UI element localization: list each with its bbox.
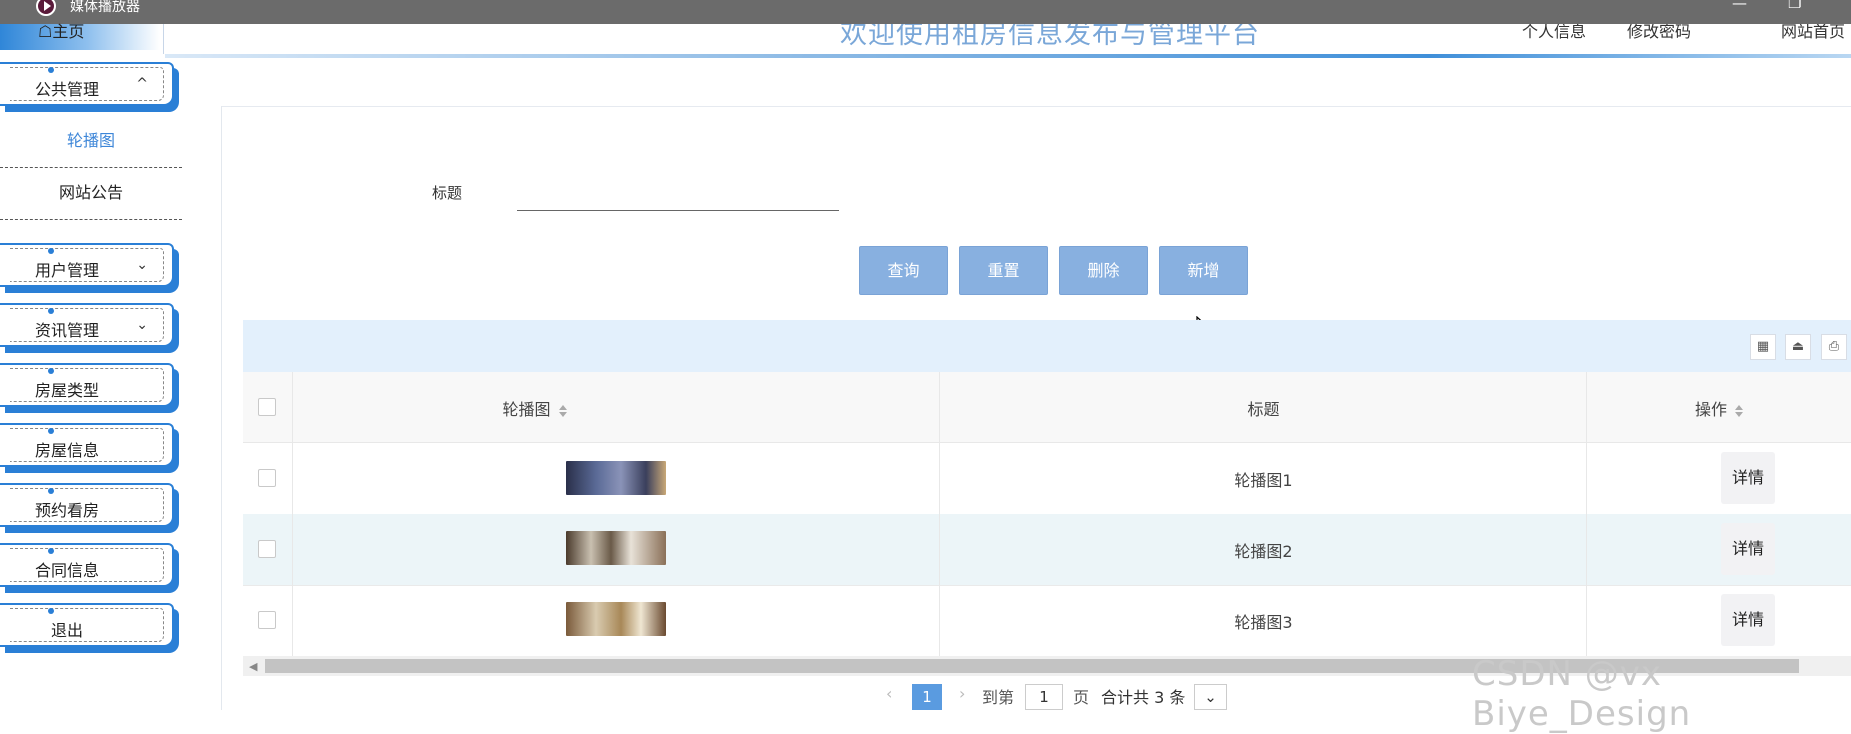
button-dot (48, 488, 54, 494)
page-unit-label: 页 (1073, 688, 1090, 707)
sidebar-group-label: 房屋信息 (34, 441, 99, 460)
delete-button[interactable]: 删除 (1059, 246, 1148, 295)
column-header-carousel[interactable]: 轮播图 (286, 396, 783, 420)
select-all-checkbox[interactable] (258, 398, 276, 416)
window-title-bar: 媒体播放器 — ❐ (0, 0, 1851, 24)
row-checkbox[interactable] (258, 540, 276, 558)
column-header-label: 操作 (1694, 400, 1727, 419)
button-dot (48, 308, 54, 314)
column-divider (292, 372, 293, 656)
detail-button[interactable]: 详情 (1721, 594, 1775, 646)
home-link[interactable]: ☖主页 (38, 18, 84, 42)
export-icon[interactable]: ⏏ (1785, 334, 1811, 360)
row-checkbox[interactable] (258, 611, 276, 629)
column-header-title: 标题 (1247, 400, 1280, 419)
sort-icon[interactable] (558, 404, 567, 417)
sidebar-group-label: 资讯管理 (34, 321, 99, 340)
goto-label: 到第 (982, 688, 1015, 707)
sidebar-item-viewing[interactable]: 预约看房 (0, 483, 174, 527)
sidebar-group-label: 用户管理 (34, 261, 99, 280)
button-dot (48, 608, 54, 614)
sidebar-group-label: 预约看房 (34, 501, 99, 520)
column-header-action[interactable]: 操作 (1587, 396, 1851, 420)
column-divider (939, 372, 940, 656)
row-checkbox[interactable] (258, 469, 276, 487)
reset-button[interactable]: 重置 (959, 246, 1048, 295)
button-dot (48, 428, 54, 434)
chevron-up-icon: ^ (136, 76, 148, 92)
title-search-label: 标题 (432, 184, 463, 202)
table-row: 轮播图2 (243, 514, 1851, 586)
detail-button[interactable]: 详情 (1721, 452, 1775, 504)
detail-button[interactable]: 详情 (1721, 523, 1775, 575)
add-button[interactable]: 新增 (1159, 246, 1248, 295)
button-dot (48, 67, 54, 73)
columns-icon[interactable]: ▦ (1750, 334, 1776, 360)
prev-page-icon[interactable]: ‹ (886, 684, 892, 703)
sidebar-item-notice[interactable]: 网站公告 (0, 167, 182, 220)
sidebar-divider (221, 106, 222, 710)
sidebar-group-users[interactable]: 用户管理 ⌄ (0, 243, 174, 287)
carousel-thumbnail[interactable] (566, 531, 666, 565)
restore-button[interactable]: ❐ (1788, 0, 1801, 12)
sidebar-group-label: 房屋类型 (34, 381, 99, 400)
sidebar-group-label: 合同信息 (34, 561, 99, 580)
sidebar-item-logout[interactable]: 退出 (0, 603, 174, 647)
column-header-label: 轮播图 (502, 400, 551, 419)
chevron-down-icon: ⌄ (136, 317, 148, 333)
carousel-thumbnail[interactable] (566, 461, 666, 495)
page-number-current[interactable]: 1 (912, 684, 942, 710)
chevron-down-icon: ⌄ (136, 257, 148, 273)
page-size-dropdown[interactable]: ⌄ (1194, 684, 1227, 710)
button-dot (48, 248, 54, 254)
goto-page-input[interactable]: 1 (1025, 684, 1063, 710)
sidebar-group-news[interactable]: 资讯管理 ⌄ (0, 303, 174, 347)
table-header: 轮播图 标题 操作 (243, 372, 1851, 443)
minimize-button[interactable]: — (1732, 0, 1747, 12)
scroll-left-icon[interactable]: ◀ (249, 660, 257, 673)
sidebar-group-label: 公共管理 (34, 80, 99, 99)
watermark: CSDN @vx Biye_Design (1472, 654, 1692, 734)
row-title: 轮播图1 (1234, 471, 1293, 490)
print-icon[interactable]: ⎙ (1821, 334, 1847, 360)
sidebar-group-label: 退出 (50, 621, 83, 640)
column-divider (1586, 372, 1587, 656)
row-title: 轮播图2 (1234, 542, 1293, 561)
table-toolbar (243, 320, 1851, 372)
sort-icon[interactable] (1735, 404, 1743, 417)
carousel-thumbnail[interactable] (566, 602, 666, 636)
button-dot (48, 548, 54, 554)
sidebar-item-house-type[interactable]: 房屋类型 (0, 363, 174, 407)
sidebar-group-public[interactable]: 公共管理 ^ (0, 62, 174, 106)
window-title: 媒体播放器 (70, 0, 140, 15)
button-dot (48, 368, 54, 374)
panel-top-border (222, 106, 1851, 107)
query-button[interactable]: 查询 (859, 246, 948, 295)
next-page-icon[interactable]: › (959, 684, 965, 703)
header-accent-line (165, 54, 1851, 58)
sidebar-item-carousel[interactable]: 轮播图 (0, 115, 182, 168)
sidebar-item-house-info[interactable]: 房屋信息 (0, 423, 174, 467)
media-player-icon (36, 0, 56, 16)
sidebar-item-contract[interactable]: 合同信息 (0, 543, 174, 587)
chevron-down-icon: ⌄ (1204, 688, 1217, 706)
header-divider (163, 24, 164, 54)
table-row: 轮播图3 (243, 585, 1851, 657)
table-row: 轮播图1 (243, 443, 1851, 515)
row-title: 轮播图3 (1234, 613, 1293, 632)
total-count: 合计共 3 条 (1101, 688, 1186, 707)
title-search-input[interactable] (517, 184, 839, 211)
